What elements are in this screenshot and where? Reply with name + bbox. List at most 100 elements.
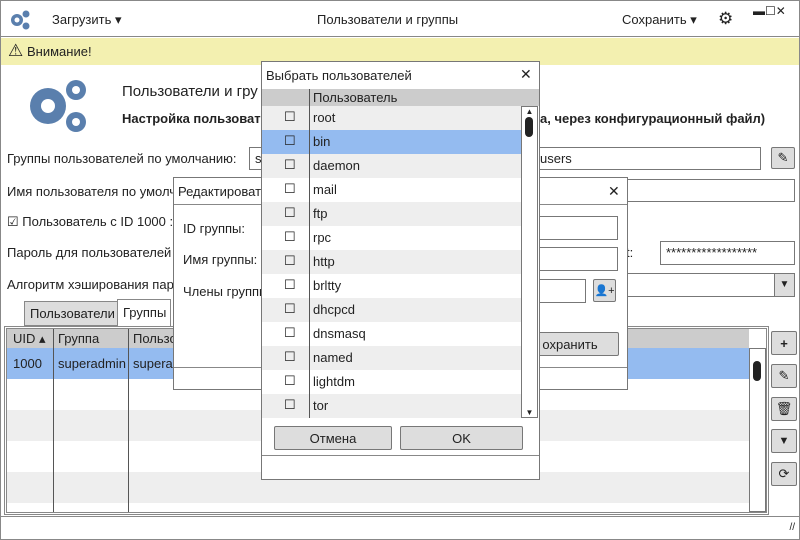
users-rows: ☐ root ☐ bin ☐ daemon ☐ mail ☐ ftp ☐ rpc ☐ http ☐ brltt…: [262, 106, 521, 418]
edit-button[interactable]: ✎: [771, 364, 797, 388]
scroll-down-icon[interactable]: ▼: [522, 408, 537, 417]
close-icon[interactable]: ✕: [520, 66, 532, 83]
user-checkbox[interactable]: ☐: [284, 301, 296, 317]
cell-group: superadmin: [58, 356, 126, 371]
user-checkbox[interactable]: ☐: [284, 397, 296, 413]
add-member-button[interactable]: 👤+: [593, 279, 616, 302]
select-dialog-title: Выбрать пользователей: [266, 68, 412, 83]
user-row[interactable]: ☐ rpc: [262, 226, 521, 250]
filter-icon[interactable]: ▼: [771, 429, 797, 453]
scroll-thumb[interactable]: [525, 117, 533, 137]
column-users[interactable]: Пользо: [133, 331, 177, 346]
divider: [262, 455, 539, 456]
user-checkbox[interactable]: ☐: [284, 253, 296, 269]
status-bar: //: [1, 516, 799, 540]
user-checkbox[interactable]: ☐: [284, 205, 296, 221]
page-title: Пользователи и гру: [122, 83, 258, 100]
user-checkbox[interactable]: ☐: [284, 109, 296, 125]
column-group[interactable]: Группа: [58, 331, 99, 346]
users-list: Пользователь ☐ root ☐ bin ☐ daemon ☐ mail ☐ ftp ☐ r…: [262, 89, 539, 418]
ok-button[interactable]: OK: [400, 426, 523, 450]
column-uid[interactable]: UID ▴: [13, 331, 46, 347]
refresh-icon[interactable]: ⟳: [771, 462, 797, 486]
user-name: named: [313, 350, 353, 365]
column-divider: [53, 329, 54, 512]
group-id-label: ID группы:: [183, 221, 245, 236]
default-groups-label: Группы пользователей по умолчанию:: [7, 151, 237, 166]
page-subtitle-tail: а, через конфигурационный файл): [540, 111, 766, 126]
table-scrollbar[interactable]: [749, 348, 766, 512]
user-checkbox[interactable]: ☐: [284, 325, 296, 341]
user-row[interactable]: ☐ ftp: [262, 202, 521, 226]
cancel-label: Отмена: [309, 430, 357, 446]
column-divider: [128, 329, 129, 512]
scroll-up-icon[interactable]: ▲: [522, 107, 537, 116]
user-row[interactable]: ☐ mail: [262, 178, 521, 202]
user-checkbox[interactable]: ☐: [284, 181, 296, 197]
column-uid-label: UID: [13, 331, 36, 346]
password-input[interactable]: ******************: [660, 241, 795, 265]
user-name: http: [313, 254, 335, 269]
hash-algorithm-label: Алгоритм хэширования парол: [7, 277, 189, 292]
group-members-label: Члены группы: [183, 284, 269, 299]
select-users-dialog: Выбрать пользователей ✕ Пользователь ☐ ro…: [261, 61, 540, 480]
edit-groups-button[interactable]: ✎: [771, 147, 795, 169]
title-bar: Загрузить ▾ Пользователи и группы Сохран…: [1, 1, 799, 37]
close-icon[interactable]: ✕: [608, 183, 620, 200]
user-row[interactable]: ☐ dnsmasq: [262, 322, 521, 346]
cancel-button[interactable]: Отмена: [274, 426, 392, 450]
user-row[interactable]: ☐ bin: [262, 130, 521, 154]
user-row[interactable]: ☐ named: [262, 346, 521, 370]
user-row[interactable]: ☐ dhcpcd: [262, 298, 521, 322]
users-scrollbar[interactable]: ▲ ▼: [521, 106, 538, 418]
tab-groups[interactable]: Группы: [117, 299, 171, 327]
users-list-header: Пользователь: [262, 89, 539, 106]
save-menu[interactable]: Сохранить ▾: [622, 12, 697, 28]
settings-gear-icon[interactable]: ⚙: [718, 9, 733, 29]
select-dialog-titlebar: Выбрать пользователей ✕: [262, 62, 539, 89]
user-row[interactable]: ☐ lightdm: [262, 370, 521, 394]
load-menu[interactable]: Загрузить ▾: [52, 12, 122, 28]
column-divider: [309, 89, 310, 418]
user-name: rpc: [313, 230, 332, 245]
warning-icon: ⚠: [8, 41, 24, 60]
uid1000-checkbox[interactable]: ☑ Пользователь с ID 1000 :: [7, 214, 173, 230]
user-name: mail: [313, 182, 337, 197]
tab-users[interactable]: Пользователи: [24, 301, 118, 326]
user-checkbox[interactable]: ☐: [284, 133, 296, 149]
user-name: daemon: [313, 158, 360, 173]
user-checkbox[interactable]: ☐: [284, 277, 296, 293]
load-menu-label: Загрузить: [52, 12, 112, 27]
add-button[interactable]: +: [771, 331, 797, 355]
user-checkbox[interactable]: ☐: [284, 349, 296, 365]
user-row[interactable]: ☐ brltty: [262, 274, 521, 298]
tab-groups-label: Группы: [123, 305, 167, 320]
trash-icon[interactable]: 🗑: [771, 397, 797, 421]
user-row[interactable]: ☐ http: [262, 250, 521, 274]
warning-text: Внимание!: [27, 44, 92, 59]
user-name: root: [313, 110, 336, 125]
save-menu-label: Сохранить: [622, 12, 687, 27]
uid1000-label: Пользователь с ID 1000 :: [22, 214, 174, 229]
users-gears-icon: [30, 80, 86, 132]
user-name: ftp: [313, 206, 328, 221]
ok-label: OK: [452, 430, 471, 446]
user-checkbox[interactable]: ☐: [284, 229, 296, 245]
user-name: dhcpcd: [313, 302, 355, 317]
default-user-label: Имя пользователя по умолча: [7, 184, 184, 199]
user-checkbox[interactable]: ☐: [284, 157, 296, 173]
user-row[interactable]: ☐ root: [262, 106, 521, 130]
user-name: brltty: [313, 278, 342, 293]
user-checkbox[interactable]: ☐: [284, 373, 296, 389]
user-row[interactable]: ☐ daemon: [262, 154, 521, 178]
scroll-thumb[interactable]: [753, 361, 761, 381]
app-gears-icon: [11, 10, 30, 30]
user-row[interactable]: ☐ tor: [262, 394, 521, 418]
chevron-down-icon: ▼: [774, 274, 794, 296]
window-controls[interactable]: ▬☐✕: [753, 4, 786, 18]
user-name: dnsmasq: [313, 326, 366, 341]
resize-grip-icon[interactable]: //: [789, 522, 795, 533]
password-label: Пароль для пользователей г: [7, 245, 180, 260]
user-name: tor: [313, 398, 329, 413]
group-name-label: Имя группы:: [183, 252, 258, 267]
